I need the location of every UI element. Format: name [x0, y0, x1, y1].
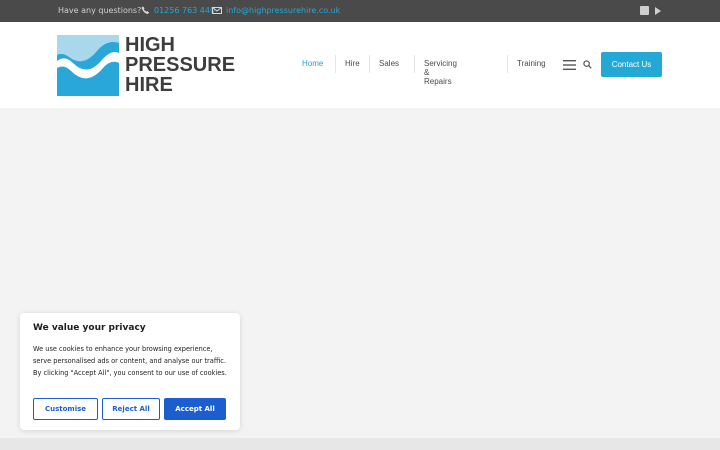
- facebook-icon[interactable]: [640, 6, 649, 15]
- youtube-icon[interactable]: [655, 7, 661, 15]
- search-icon[interactable]: [583, 60, 592, 69]
- cookie-consent-banner: We value your privacy We use cookies to …: [20, 313, 240, 430]
- mail-icon: [212, 7, 222, 14]
- nav-item-sales[interactable]: Sales: [379, 59, 399, 68]
- nav-item-home[interactable]: Home: [302, 59, 323, 68]
- menu-icon[interactable]: [563, 60, 576, 70]
- customise-button[interactable]: Customise: [33, 398, 98, 420]
- logo-text[interactable]: HIGH PRESSURE HIRE: [125, 35, 235, 95]
- nav-item-training[interactable]: Training: [517, 59, 546, 68]
- nav-divider: [414, 55, 415, 73]
- logo-line-1: HIGH: [125, 34, 175, 56]
- email-link[interactable]: info@highpressurehire.co.uk: [226, 6, 340, 15]
- site-header: HIGH PRESSURE HIRE Home Hire Sales Servi…: [0, 22, 720, 108]
- nav-divider: [335, 55, 336, 73]
- accept-all-button[interactable]: Accept All: [164, 398, 226, 420]
- nav-item-servicing[interactable]: Servicing & Repairs: [424, 59, 457, 86]
- cookie-title: We value your privacy: [33, 323, 146, 333]
- reject-all-button[interactable]: Reject All: [102, 398, 160, 420]
- top-bar: Have any questions? 01256 763 440 info@h…: [0, 0, 720, 22]
- nav-divider: [369, 55, 370, 73]
- phone-icon: [141, 6, 150, 15]
- footer-strip: [0, 438, 720, 450]
- logo-mark[interactable]: [57, 35, 119, 96]
- logo-line-3: HIRE: [125, 74, 173, 96]
- phone-link[interactable]: 01256 763 440: [154, 6, 215, 15]
- cookie-text: We use cookies to enhance your browsing …: [33, 345, 227, 377]
- nav-divider: [507, 55, 508, 73]
- question-text: Have any questions?: [58, 6, 142, 15]
- logo-line-2: PRESSURE: [125, 54, 236, 76]
- contact-us-button[interactable]: Contact Us: [601, 52, 662, 77]
- nav-item-hire[interactable]: Hire: [345, 59, 360, 68]
